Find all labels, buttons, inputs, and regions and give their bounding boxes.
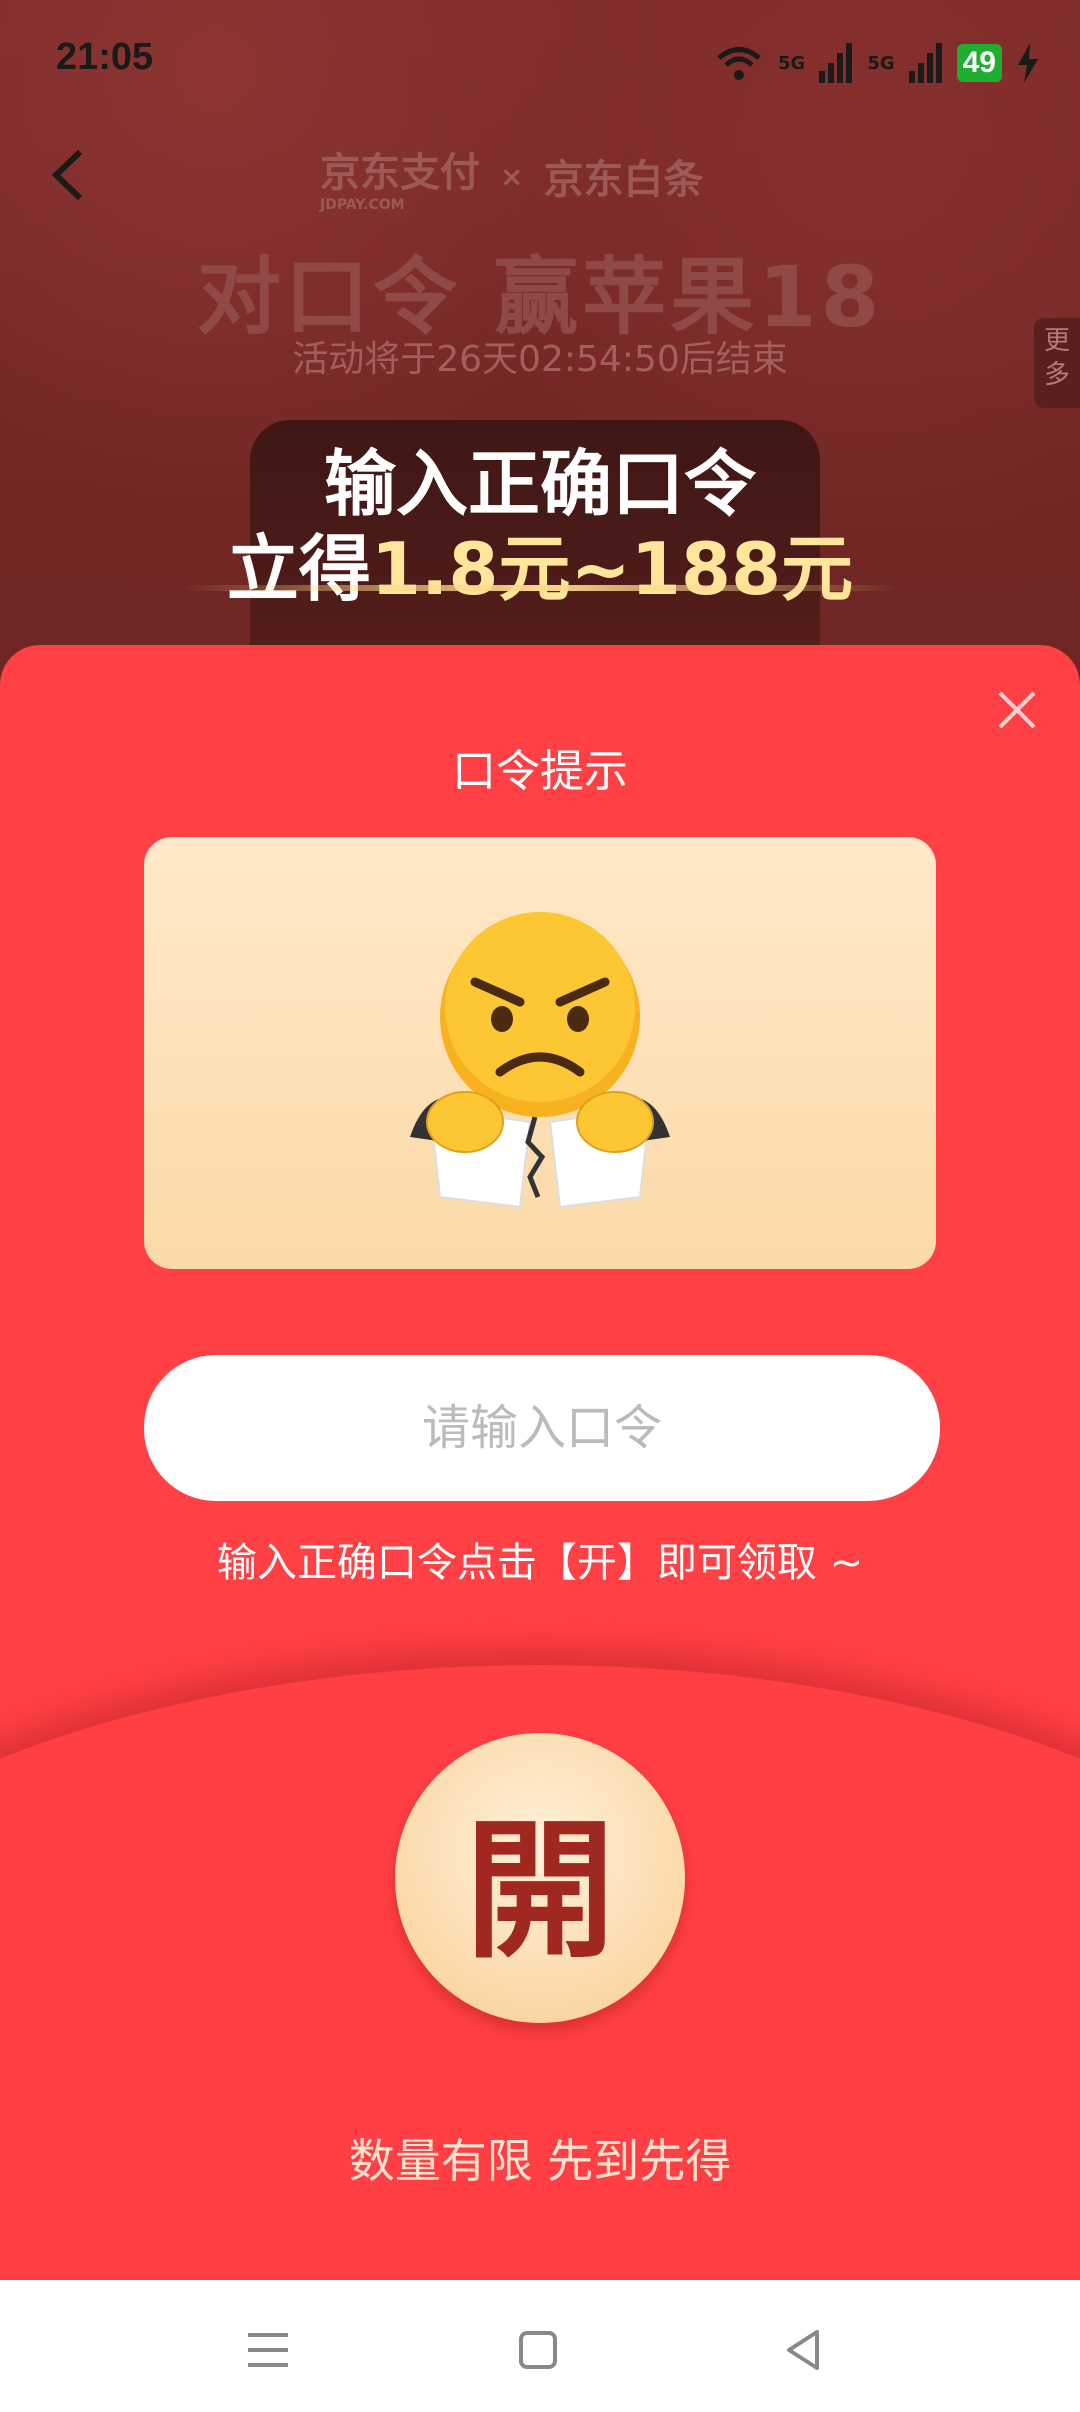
brand-separator: ×	[500, 159, 524, 193]
jdpay-logo: 京东支付 JDPAY.COM	[320, 140, 480, 212]
baitiao-logo: 京东白条	[543, 157, 704, 203]
promo-reward: 立得1.8元~188元	[0, 510, 1080, 615]
red-packet-modal: 口令提示 输入正确口令点击【开】即可领取 ~	[0, 645, 1080, 2280]
countdown-text: 活动将于26天02:54:50后结束	[292, 339, 788, 380]
status-bar: 21:05 5G 5G 49	[0, 0, 1080, 120]
limited-quantity-text: 数量有限 先到先得	[348, 2134, 732, 2188]
promo-amount: 1.8元~188元	[370, 527, 854, 611]
wifi-icon	[717, 47, 761, 80]
signal-icon	[819, 43, 853, 83]
menu-icon[interactable]	[238, 2320, 298, 2380]
modal-title: 口令提示	[452, 746, 628, 797]
back-arrow-icon[interactable]	[40, 140, 100, 210]
angry-tearing-paper-emoji-icon	[410, 912, 670, 1207]
network-label-2: 5G	[867, 52, 895, 74]
battery-level: 49	[956, 44, 1002, 82]
status-time: 21:05	[56, 36, 154, 78]
password-input[interactable]	[144, 1355, 940, 1501]
jdpay-label: 京东支付	[320, 150, 480, 196]
back-icon[interactable]	[775, 2320, 835, 2380]
system-nav-bar	[0, 2280, 1080, 2412]
jdpay-sub-label: JDPAY.COM	[320, 197, 405, 213]
instruction-text: 输入正确口令点击【开】即可领取 ~	[216, 1540, 864, 1586]
brand-logos: 京东支付 JDPAY.COM × 京东白条	[320, 140, 703, 212]
status-icons: 5G 5G 49	[714, 40, 1040, 86]
charging-icon	[1018, 43, 1038, 83]
open-button-label: 開	[464, 1802, 615, 1979]
promo-glow	[180, 585, 900, 591]
promo-reward-prefix: 立得	[226, 527, 371, 611]
background-page: 21:05 5G 5G 49 京东支付 JDPAY.COM × 京东白条 对口令…	[0, 0, 1080, 720]
home-icon[interactable]	[508, 2320, 568, 2380]
close-icon[interactable]	[992, 685, 1042, 735]
more-tab[interactable]: 更多	[1034, 318, 1080, 408]
signal-icon	[908, 43, 942, 83]
open-button[interactable]: 開	[395, 1733, 685, 2023]
network-label-1: 5G	[778, 52, 806, 74]
hint-image-card	[144, 837, 936, 1269]
